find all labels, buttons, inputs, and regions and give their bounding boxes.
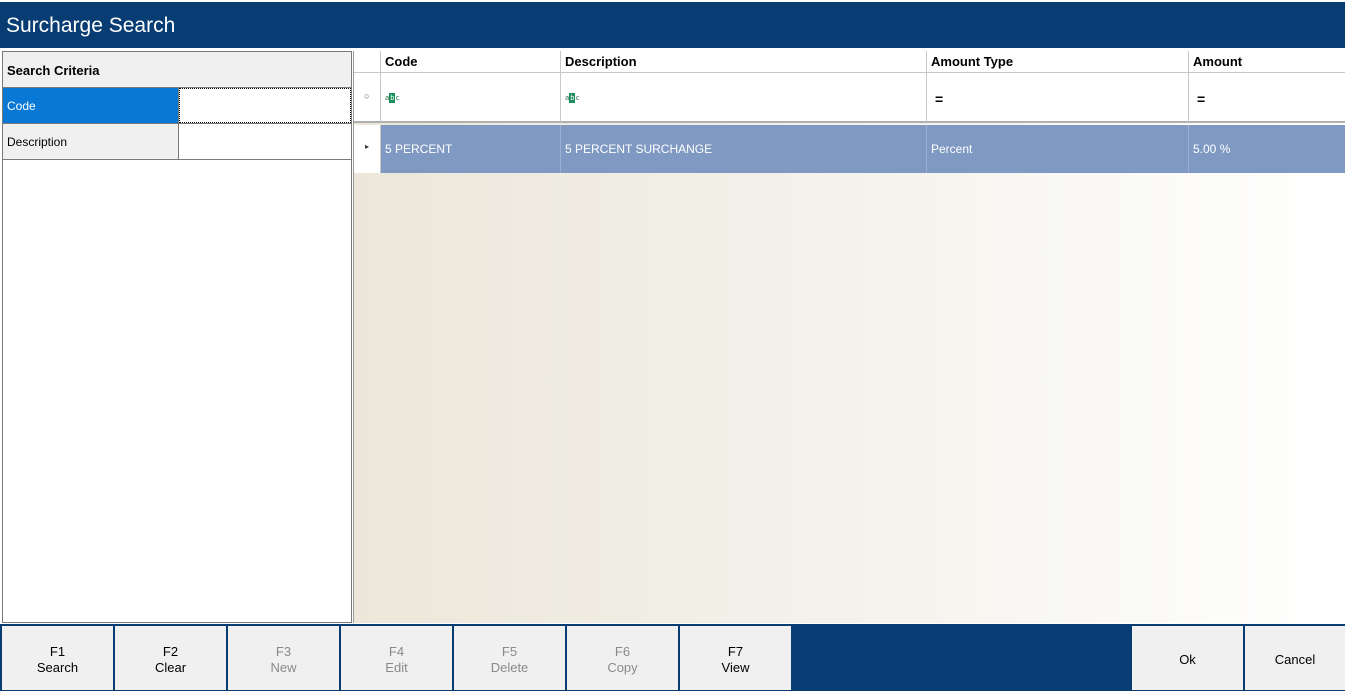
- filter-cell-code[interactable]: abc: [381, 73, 561, 123]
- cancel-label: Cancel: [1274, 652, 1316, 667]
- cell-amount[interactable]: 5.00 %: [1189, 125, 1345, 173]
- cell-code[interactable]: 5 PERCENT: [381, 125, 561, 173]
- column-header-code[interactable]: Code: [381, 51, 561, 73]
- f3-label: New: [270, 660, 297, 675]
- row-indicator[interactable]: ▸: [354, 125, 381, 173]
- f2-clear-button[interactable]: F2 Clear: [115, 626, 226, 690]
- column-header-amount-type-label: Amount Type: [931, 54, 1014, 69]
- criteria-header-label: Search Criteria: [7, 63, 100, 78]
- f5-delete-button[interactable]: F5 Delete: [454, 626, 565, 690]
- f4-label: Edit: [385, 660, 408, 675]
- filter-cell-amount[interactable]: =: [1189, 73, 1345, 123]
- f5-key-label: F5: [501, 644, 518, 659]
- abc-filter-icon[interactable]: abc: [385, 93, 401, 103]
- description-input[interactable]: [179, 124, 351, 159]
- equals-filter-icon[interactable]: =: [935, 91, 943, 107]
- f4-edit-button[interactable]: F4 Edit: [341, 626, 452, 690]
- footer-toolbar: F1 Search F2 Clear F3 New F4 Edit F5 Del…: [0, 624, 1345, 691]
- f3-new-button[interactable]: F3 New: [228, 626, 339, 690]
- cell-amount-type[interactable]: Percent: [927, 125, 1189, 173]
- code-label: Code: [7, 99, 36, 113]
- criteria-row-description[interactable]: Description: [3, 124, 351, 160]
- filter-cell-amount-type[interactable]: =: [927, 73, 1189, 123]
- window-title: Surcharge Search: [6, 14, 176, 37]
- f7-key-label: F7: [727, 644, 744, 659]
- criteria-header: Search Criteria: [3, 52, 351, 88]
- f1-label: Search: [36, 660, 79, 675]
- results-grid: Code Description Amount Type Amount ○ ab…: [353, 51, 1345, 623]
- column-header-amount-type[interactable]: Amount Type: [927, 51, 1189, 73]
- cell-amount-text: 5.00 %: [1193, 142, 1231, 156]
- column-header-description-label: Description: [565, 54, 637, 69]
- f7-label: View: [721, 660, 750, 675]
- row-indicator-arrow-icon: ▸: [365, 142, 370, 151]
- f1-search-button[interactable]: F1 Search: [2, 626, 113, 690]
- f6-key-label: F6: [614, 644, 631, 659]
- filter-cell-description[interactable]: abc: [561, 73, 927, 123]
- f6-label: Copy: [607, 660, 638, 675]
- description-label: Description: [7, 135, 68, 149]
- f4-key-label: F4: [388, 644, 405, 659]
- title-bar: Surcharge Search: [0, 0, 1345, 48]
- column-header-amount-label: Amount: [1193, 54, 1243, 69]
- f2-label: Clear: [154, 660, 187, 675]
- grid-corner: [354, 51, 381, 73]
- cancel-button[interactable]: Cancel: [1245, 626, 1345, 690]
- cell-description[interactable]: 5 PERCENT SURCHANGE: [561, 125, 927, 173]
- f3-key-label: F3: [275, 644, 292, 659]
- f7-view-button[interactable]: F7 View: [680, 626, 791, 690]
- ok-label: Ok: [1179, 652, 1196, 667]
- cell-code-text: 5 PERCENT: [385, 142, 453, 156]
- criteria-row-code[interactable]: Code: [3, 88, 351, 124]
- cell-description-text: 5 PERCENT SURCHANGE: [565, 142, 713, 156]
- column-header-amount[interactable]: Amount: [1189, 51, 1345, 73]
- f6-copy-button[interactable]: F6 Copy: [567, 626, 678, 690]
- f2-key-label: F2: [162, 644, 179, 659]
- f5-label: Delete: [490, 660, 529, 675]
- search-criteria-panel: Search Criteria Code Description: [2, 51, 352, 623]
- criteria-label-description[interactable]: Description: [3, 124, 179, 159]
- column-header-description[interactable]: Description: [561, 51, 927, 73]
- pin-icon: ○: [364, 91, 370, 101]
- column-header-code-label: Code: [385, 54, 418, 69]
- ok-button[interactable]: Ok: [1132, 626, 1243, 690]
- equals-filter-icon[interactable]: =: [1197, 91, 1205, 107]
- abc-filter-icon[interactable]: abc: [565, 93, 581, 103]
- filter-row-indicator: ○: [354, 73, 381, 123]
- cell-amount-type-text: Percent: [931, 142, 973, 156]
- code-input[interactable]: [179, 88, 351, 123]
- f1-key-label: F1: [49, 644, 66, 659]
- criteria-label-code[interactable]: Code: [3, 88, 179, 123]
